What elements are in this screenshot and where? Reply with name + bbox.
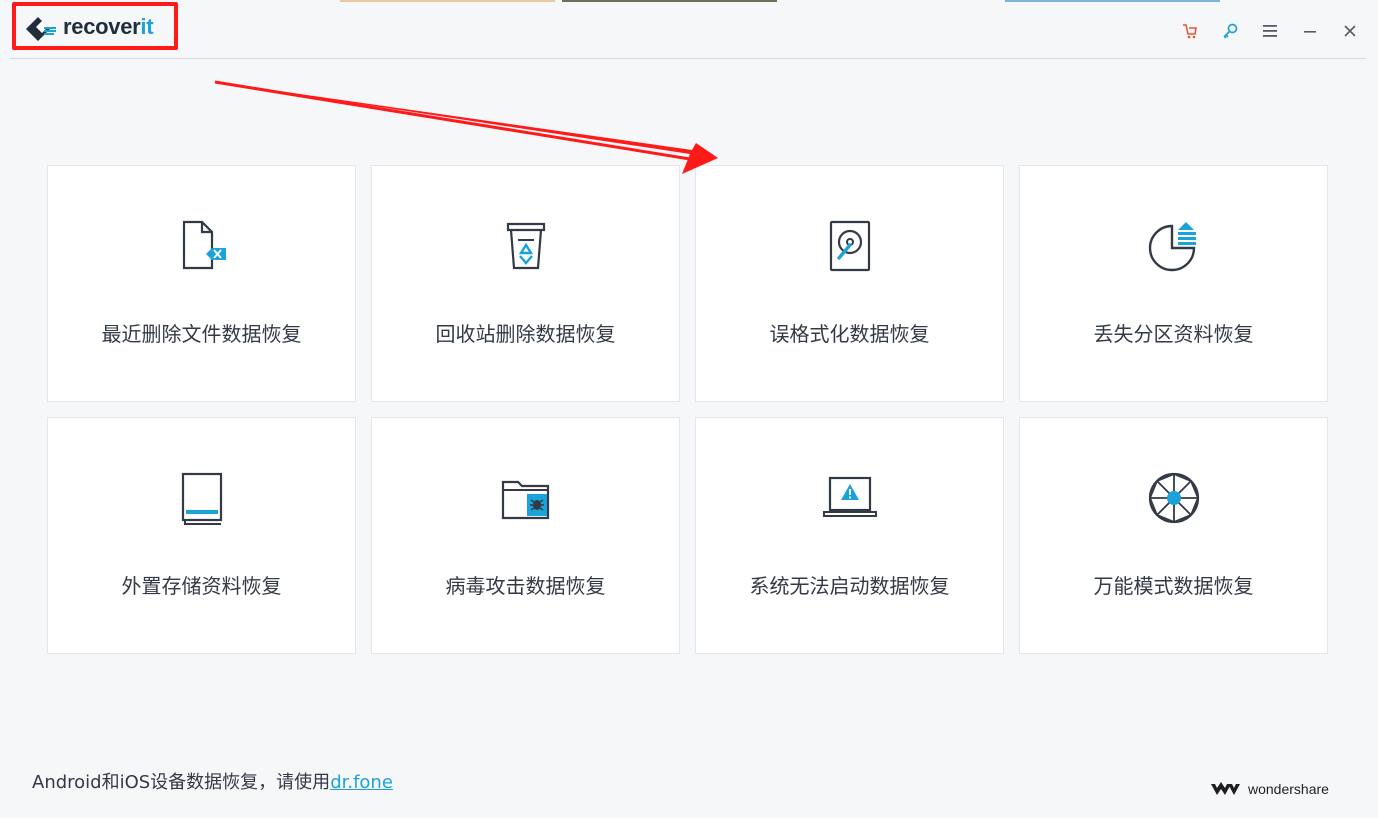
- card-system-crash[interactable]: 系统无法启动数据恢复: [695, 417, 1004, 654]
- cart-button[interactable]: [1176, 18, 1204, 44]
- drfone-link[interactable]: dr.fone: [330, 772, 393, 793]
- external-storage-icon: [181, 472, 222, 525]
- card-label: 外置存储资料恢复: [121, 574, 282, 598]
- system-crash-icon: [822, 476, 877, 517]
- minimize-button[interactable]: [1296, 18, 1324, 44]
- card-label: 回收站删除数据恢复: [435, 322, 616, 346]
- deleted-file-icon: [182, 220, 226, 270]
- minimize-icon: [1304, 31, 1316, 33]
- app-name: recoverit: [63, 14, 154, 39]
- close-button[interactable]: [1336, 18, 1364, 44]
- recoverit-logo-icon: [26, 17, 56, 41]
- app-logo-highlight: recoverit: [12, 2, 178, 50]
- key-icon: [1223, 23, 1238, 39]
- card-label: 系统无法启动数据恢复: [749, 574, 950, 598]
- all-around-icon: [1148, 472, 1199, 524]
- wondershare-name: wondershare: [1248, 781, 1329, 797]
- menu-button[interactable]: [1256, 18, 1284, 44]
- lost-partition-icon: [1148, 222, 1196, 272]
- card-label: 丢失分区资料恢复: [1093, 322, 1254, 346]
- card-label: 最近删除文件数据恢复: [101, 322, 302, 346]
- footer-text: Android和iOS设备数据恢复，请使用: [32, 772, 331, 793]
- card-recent-deleted[interactable]: 最近删除文件数据恢复: [47, 165, 356, 402]
- formatted-disk-icon: [829, 220, 870, 272]
- footer-hint: Android和iOS设备数据恢复，请使用dr.fone: [32, 768, 393, 794]
- card-lost-partition[interactable]: 丢失分区资料恢复: [1019, 165, 1328, 402]
- card-recycle-bin[interactable]: 回收站删除数据恢复: [371, 165, 680, 402]
- card-all-around[interactable]: 万能模式数据恢复: [1019, 417, 1328, 654]
- register-button[interactable]: [1216, 18, 1244, 44]
- card-virus-attack[interactable]: 病毒攻击数据恢复: [371, 417, 680, 654]
- title-bar: recoverit: [0, 0, 1378, 58]
- wondershare-logo-icon: [1211, 782, 1240, 795]
- virus-folder-icon: [501, 480, 549, 520]
- title-divider: [10, 58, 1366, 59]
- recycle-bin-icon: [506, 222, 545, 270]
- card-label: 万能模式数据恢复: [1093, 574, 1254, 598]
- menu-icon: [1263, 25, 1277, 37]
- cart-icon: [1183, 24, 1197, 39]
- card-formatted[interactable]: 误格式化数据恢复: [695, 165, 1004, 402]
- card-label: 病毒攻击数据恢复: [445, 574, 606, 598]
- wondershare-brand: wondershare: [1210, 780, 1329, 798]
- card-external-storage[interactable]: 外置存储资料恢复: [47, 417, 356, 654]
- card-label: 误格式化数据恢复: [769, 322, 930, 346]
- annotation-arrow: [214, 80, 718, 174]
- close-icon: [1344, 25, 1356, 37]
